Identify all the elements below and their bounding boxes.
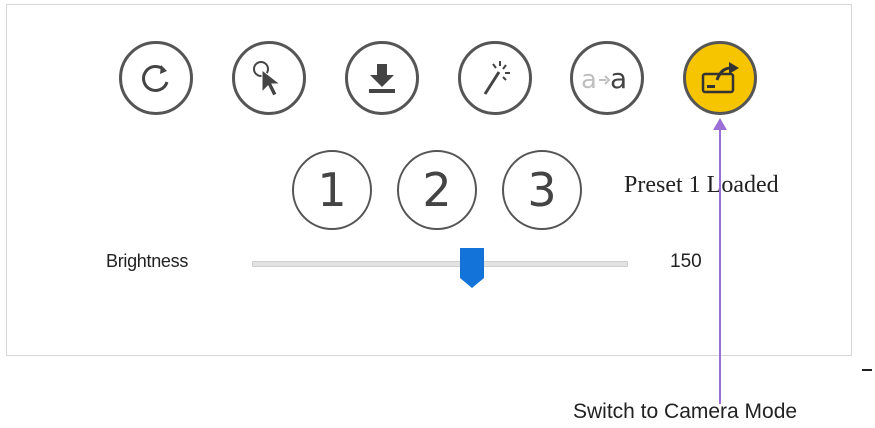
preset-1-button[interactable]: 1 [292, 150, 372, 230]
preset-3-button[interactable]: 3 [502, 150, 582, 230]
text-replace-button[interactable]: a a [570, 41, 644, 115]
select-button[interactable] [232, 41, 306, 115]
brightness-label: Brightness [106, 251, 189, 271]
download-icon [369, 64, 395, 93]
magic-wand-icon [483, 61, 510, 95]
annotation-caption: Switch to Camera Mode [573, 400, 798, 423]
text-replace-icon: a a [581, 62, 627, 95]
slider-thumb[interactable] [459, 248, 485, 288]
magic-wand-button[interactable] [458, 41, 532, 115]
refresh-button[interactable] [119, 41, 193, 115]
download-button[interactable] [345, 41, 419, 115]
brightness-slider[interactable] [252, 248, 628, 288]
text-replace-icon-left: a [581, 65, 597, 95]
cursor-icon [253, 61, 282, 97]
annotation-arrow [713, 118, 727, 404]
camera-mode-button[interactable] [683, 41, 757, 115]
brightness-value: 150 [670, 251, 702, 272]
edge-dash [862, 369, 872, 371]
camera-switch-icon [701, 62, 739, 94]
preset-2-button[interactable]: 2 [397, 150, 477, 230]
rotate-icon [142, 65, 169, 92]
text-replace-icon-right: a [610, 62, 627, 95]
slider-track[interactable] [252, 261, 628, 267]
